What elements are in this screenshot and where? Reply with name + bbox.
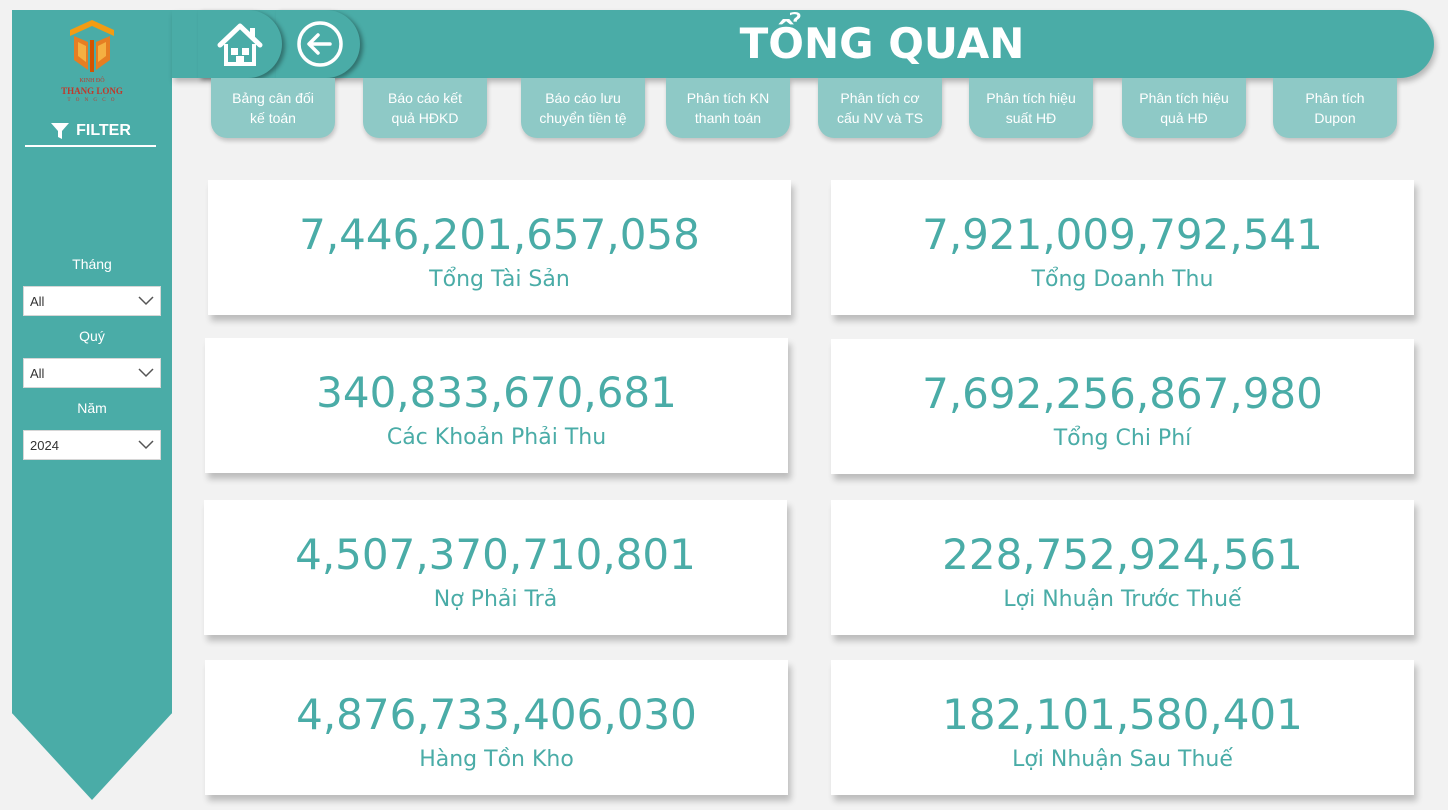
kpi-card-profit-after-tax: 182,101,580,401 Lợi Nhuận Sau Thuế [831,660,1414,795]
tab-capital-structure[interactable]: Phân tích cơ cấu NV và TS [818,78,942,138]
kpi-value: 4,507,370,710,801 [295,530,696,579]
quarter-dropdown[interactable]: All [23,358,161,388]
tab-operating-efficiency[interactable]: Phân tích hiệu suất HĐ [969,78,1093,138]
month-dropdown-value: All [30,293,45,309]
quarter-dropdown-value: All [30,365,45,381]
sidebar: KINH ĐÔ THANG LONG T O N G C O FILTER Th… [12,10,172,800]
kpi-label: Tổng Chi Phí [1053,426,1192,451]
kpi-value: 7,446,201,657,058 [299,210,700,259]
logo-line-3: T O N G C O [67,98,117,103]
filter-icon [51,123,70,139]
page-title: TỔNG QUAN [739,19,1025,68]
header-bar: TỔNG QUAN [172,10,1434,78]
kpi-card-total-assets: 7,446,201,657,058 Tổng Tài Sản [208,180,791,315]
tab-operating-effectiveness[interactable]: Phân tích hiệu quả HĐ [1122,78,1246,138]
kpi-card-total-revenue: 7,921,009,792,541 Tổng Doanh Thu [831,180,1414,315]
kpi-card-inventory: 4,876,733,406,030 Hàng Tồn Kho [205,660,788,795]
filter-label: FILTER [76,122,131,139]
tab-balance-sheet[interactable]: Bảng cân đối kế toán [211,78,335,138]
chevron-down-icon [138,368,154,378]
month-dropdown[interactable]: All [23,286,161,316]
tab-liquidity-analysis[interactable]: Phân tích KN thanh toán [666,78,790,138]
logo-line-1: KINH ĐÔ [79,78,105,84]
year-dropdown[interactable]: 2024 [23,430,161,460]
tab-income-statement[interactable]: Báo cáo kết quả HĐKD [363,78,487,138]
kpi-label: Hàng Tồn Kho [419,747,574,772]
kpi-label: Nợ Phải Trả [433,587,558,612]
kpi-card-total-expenses: 7,692,256,867,980 Tổng Chi Phí [831,339,1414,474]
year-dropdown-value: 2024 [30,437,59,453]
kpi-value: 7,692,256,867,980 [922,369,1323,418]
kpi-value: 4,876,733,406,030 [296,690,697,739]
back-arrow-icon [297,21,343,67]
kpi-label: Tổng Tài Sản [429,267,570,292]
company-logo: KINH ĐÔ THANG LONG T O N G C O [50,16,134,110]
logo-emblem-icon [70,20,114,72]
slicer-label-month: Tháng [72,256,112,272]
kpi-card-receivables: 340,833,670,681 Các Khoản Phải Thu [205,338,788,473]
kpi-value: 182,101,580,401 [942,690,1303,739]
kpi-value: 340,833,670,681 [316,368,677,417]
tab-dupont-analysis[interactable]: Phân tích Dupon [1273,78,1397,138]
home-icon [217,23,263,66]
kpi-label: Lợi Nhuận Sau Thuế [1012,747,1233,772]
kpi-value: 7,921,009,792,541 [922,210,1323,259]
home-button[interactable] [198,10,282,78]
kpi-label: Các Khoản Phải Thu [386,425,607,450]
slicer-label-quarter: Quý [79,328,105,344]
kpi-label: Lợi Nhuận Trước Thuế [1003,587,1242,612]
chevron-down-icon [138,440,154,450]
chevron-down-icon [138,296,154,306]
logo-line-2: THANG LONG [61,86,123,96]
kpi-label: Tổng Doanh Thu [1031,267,1214,292]
filter-header: FILTER [25,117,156,147]
kpi-value: 228,752,924,561 [942,530,1303,579]
back-button[interactable] [276,10,360,78]
kpi-card-profit-before-tax: 228,752,924,561 Lợi Nhuận Trước Thuế [831,500,1414,635]
tab-cash-flow[interactable]: Báo cáo lưu chuyển tiền tệ [521,78,645,138]
kpi-card-liabilities: 4,507,370,710,801 Nợ Phải Trả [204,500,787,635]
slicer-label-year: Năm [77,400,107,416]
